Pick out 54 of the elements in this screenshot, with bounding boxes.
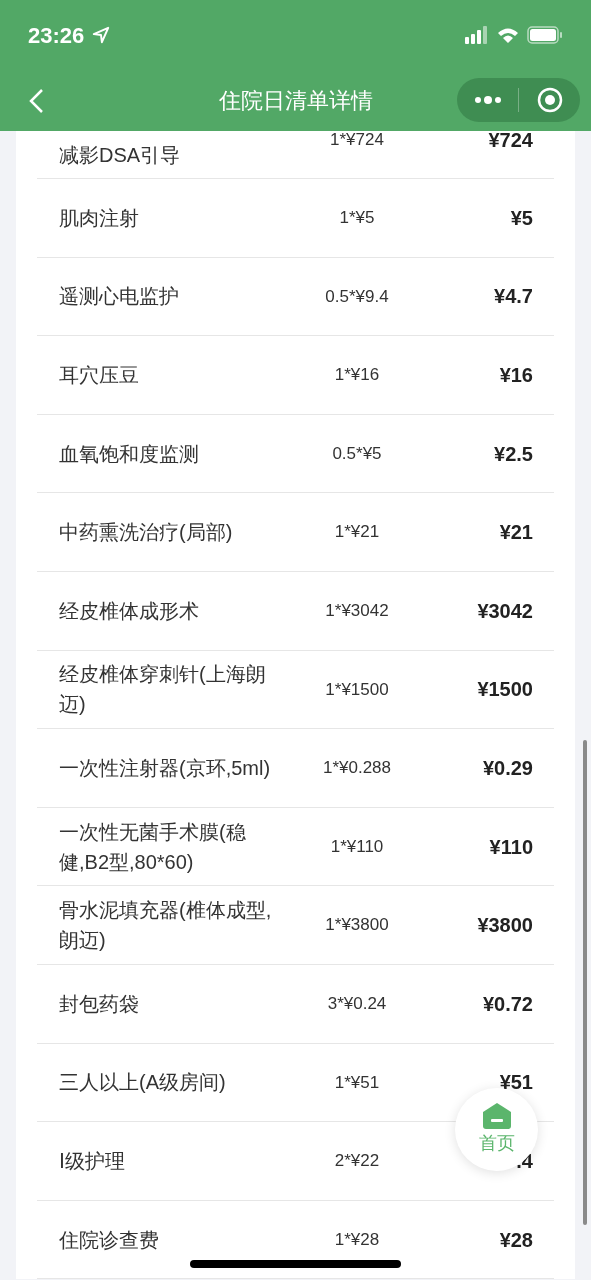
- item-total: ¥3042: [476, 598, 534, 624]
- home-icon: [481, 1102, 512, 1130]
- item-quantity: 1*¥724: [329, 129, 385, 151]
- status-time: 23:26: [28, 21, 85, 50]
- location-icon: [92, 26, 111, 44]
- item-name: 骨水泥填充器(椎体成型,朗迈): [58, 898, 273, 954]
- item-name: 遥测心电监护: [58, 284, 180, 310]
- item-quantity: 0.5*¥9.4: [324, 285, 390, 308]
- item-total: ¥5: [509, 205, 534, 231]
- item-name: 一次性注射器(京环,5ml): [58, 755, 272, 781]
- item-quantity: 1*¥3800: [324, 914, 390, 937]
- page-title: 住院日清单详情: [218, 87, 373, 115]
- item-name: 经皮椎体成形术: [58, 598, 200, 624]
- item-name: 一次性无菌手术膜(稳健,B2型,80*60): [58, 819, 247, 875]
- item-quantity: 2*¥22: [333, 1150, 381, 1173]
- item-total: ¥1500: [476, 677, 534, 703]
- item-name: 减影DSA引导: [58, 143, 182, 168]
- item-total: ¥0.29: [481, 755, 534, 781]
- item-name: 血氧饱和度监测: [58, 441, 200, 467]
- item-quantity: 3*¥0.24: [326, 993, 388, 1015]
- item-total: ¥21: [498, 520, 534, 546]
- item-total: ¥3800: [476, 913, 534, 939]
- item-name: 经皮椎体穿刺针(上海朗迈): [58, 662, 267, 718]
- item-quantity: 1*¥0.288: [321, 757, 393, 780]
- item-total: ¥0.72: [481, 991, 534, 1017]
- item-quantity: 0.5*¥5: [331, 442, 383, 465]
- item-name: 住院诊查费: [58, 1227, 160, 1253]
- item-quantity: 1*¥21: [333, 521, 381, 544]
- target-icon: [536, 87, 563, 113]
- item-total: ¥2.5: [493, 441, 534, 467]
- item-name: 封包药袋: [58, 991, 140, 1017]
- item-quantity: 1*¥28: [333, 1228, 381, 1251]
- battery-icon: [527, 26, 563, 44]
- wifi-icon: [497, 26, 519, 44]
- item-total: ¥110: [488, 834, 534, 860]
- item-total: ¥4.7: [493, 284, 534, 310]
- back-icon: [28, 87, 44, 114]
- signal-icon: [465, 26, 489, 44]
- item-name: 三人以上(A级房间): [58, 1070, 227, 1096]
- item-total: .4: [515, 1148, 534, 1174]
- item-quantity: 1*¥5: [338, 207, 376, 230]
- item-name: 中药熏洗治疗(局部): [58, 520, 234, 546]
- item-name: Ⅰ级护理: [58, 1148, 126, 1174]
- item-total: ¥16: [498, 363, 534, 388]
- item-quantity: 1*¥110: [329, 835, 385, 858]
- item-name: 耳穴压豆: [58, 363, 140, 388]
- item-name: 肌肉注射: [58, 205, 140, 231]
- item-quantity: 1*¥1500: [324, 678, 390, 701]
- item-total: ¥724: [487, 128, 534, 153]
- item-quantity: 1*¥51: [333, 1071, 381, 1094]
- more-icon: [473, 96, 502, 104]
- item-quantity: 1*¥3042: [324, 600, 390, 622]
- item-total: ¥28: [498, 1227, 534, 1253]
- item-quantity: 1*¥16: [333, 364, 381, 387]
